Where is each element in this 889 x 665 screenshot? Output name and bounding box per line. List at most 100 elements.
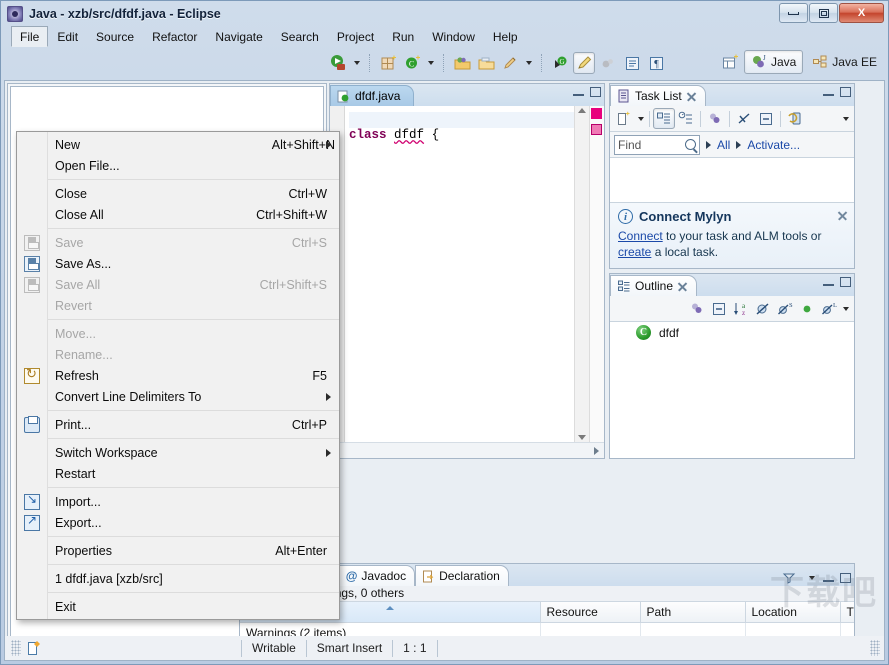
maximize-icon[interactable] xyxy=(840,277,851,287)
menu-help[interactable]: Help xyxy=(484,26,527,46)
run-button[interactable] xyxy=(327,52,349,74)
outline-item-dfdf[interactable]: C dfdf xyxy=(610,322,854,340)
menu-item-import[interactable]: Import... xyxy=(17,491,339,512)
view-menu-arrow[interactable] xyxy=(806,567,817,589)
editor-source-text[interactable]: class dfdf { xyxy=(345,106,574,442)
menu-search[interactable]: Search xyxy=(272,26,328,46)
view-menu-arrow[interactable] xyxy=(840,298,851,320)
scheduled-presentation-button[interactable] xyxy=(675,108,697,129)
toggle-block-selection-button[interactable]: ¶ xyxy=(645,52,667,74)
close-icon[interactable] xyxy=(837,210,848,221)
menu-item-export[interactable]: Export... xyxy=(17,512,339,533)
minimize-icon[interactable] xyxy=(823,278,834,286)
scroll-up-icon[interactable] xyxy=(578,108,586,113)
filter-all-link[interactable]: All xyxy=(717,138,730,152)
menu-refactor[interactable]: Refactor xyxy=(143,26,206,46)
code-editor[interactable]: class dfdf { xyxy=(330,106,604,442)
menu-navigate[interactable]: Navigate xyxy=(206,26,271,46)
menu-run[interactable]: Run xyxy=(383,26,423,46)
minimize-icon[interactable] xyxy=(823,574,834,582)
editor-horizontal-scrollbar[interactable] xyxy=(330,442,604,458)
open-perspective-button[interactable] xyxy=(720,51,742,73)
task-dropdown-arrow[interactable] xyxy=(523,52,534,74)
previous-edit-button[interactable] xyxy=(597,52,619,74)
outline-tree[interactable]: C dfdf xyxy=(610,322,854,458)
filters-button[interactable] xyxy=(778,568,800,589)
menu-item-save[interactable]: Save Ctrl+S xyxy=(17,232,339,253)
open-type-button[interactable] xyxy=(451,52,473,74)
menu-item-properties[interactable]: Properties Alt+Enter xyxy=(17,540,339,561)
new-java-class-button[interactable]: C xyxy=(401,52,423,74)
new-task-dropdown-arrow[interactable] xyxy=(635,108,646,130)
show-whitespace-button[interactable] xyxy=(621,52,643,74)
hide-completed-tasks-button[interactable] xyxy=(733,108,755,129)
task-list-tree[interactable] xyxy=(610,158,854,202)
menu-item-restart[interactable]: Restart xyxy=(17,463,339,484)
perspective-java-ee[interactable]: Java EE xyxy=(805,50,884,74)
hide-non-public-button[interactable] xyxy=(796,298,818,319)
tab-javadoc[interactable]: @ Javadoc xyxy=(339,565,415,586)
search-input[interactable]: Find xyxy=(614,135,700,155)
new-java-package-button[interactable] xyxy=(377,52,399,74)
open-task-button[interactable] xyxy=(475,52,497,74)
focus-on-active-task-button[interactable] xyxy=(686,298,708,319)
tab-outline[interactable]: Outline xyxy=(610,275,697,296)
menu-item-print[interactable]: Print... Ctrl+P xyxy=(17,414,339,435)
new-task-button[interactable] xyxy=(499,52,521,74)
editor-vertical-scrollbar[interactable] xyxy=(574,106,589,442)
next-annotation-button[interactable]: G xyxy=(549,52,571,74)
menu-item-switch-workspace[interactable]: Switch Workspace xyxy=(17,442,339,463)
menu-item-move[interactable]: Move... xyxy=(17,323,339,344)
menu-item-close-all[interactable]: Close All Ctrl+Shift+W xyxy=(17,204,339,225)
close-button[interactable]: X xyxy=(839,3,884,23)
column-header-resource[interactable]: Resource xyxy=(540,602,640,623)
run-dropdown-arrow[interactable] xyxy=(351,52,362,74)
sort-button[interactable]: az xyxy=(730,298,752,319)
hide-local-types-button[interactable]: L xyxy=(818,298,840,319)
connect-link[interactable]: Connect xyxy=(618,229,663,243)
menu-item-save-all[interactable]: Save All Ctrl+Shift+S xyxy=(17,274,339,295)
maximize-icon[interactable] xyxy=(590,87,601,97)
menu-item-save-as[interactable]: Save As... xyxy=(17,253,339,274)
close-icon[interactable] xyxy=(686,91,697,102)
view-menu-arrow[interactable] xyxy=(840,108,851,130)
error-marker-icon[interactable] xyxy=(591,108,602,119)
status-resize-grip-icon[interactable] xyxy=(870,640,880,656)
categorized-presentation-button[interactable] xyxy=(653,108,675,129)
editor-overview-ruler[interactable] xyxy=(589,106,604,442)
menu-item-convert-line-delimiters[interactable]: Convert Line Delimiters To xyxy=(17,386,339,407)
menu-item-close[interactable]: Close Ctrl+W xyxy=(17,183,339,204)
minimize-button[interactable] xyxy=(779,3,808,23)
menu-item-new[interactable]: New Alt+Shift+N xyxy=(17,134,339,155)
perspective-java[interactable]: J Java xyxy=(744,50,803,74)
menu-item-refresh[interactable]: Refresh F5 xyxy=(17,365,339,386)
tab-task-list[interactable]: Task List xyxy=(610,85,706,106)
collapse-all-button[interactable] xyxy=(708,298,730,319)
activate-link[interactable]: Activate... xyxy=(747,138,800,152)
minimize-icon[interactable] xyxy=(573,88,584,96)
close-icon[interactable] xyxy=(677,281,688,292)
new-task-button[interactable] xyxy=(613,108,635,129)
column-header-location[interactable]: Location xyxy=(745,602,840,623)
collapse-all-button[interactable] xyxy=(755,108,777,129)
scroll-down-icon[interactable] xyxy=(578,435,586,440)
editor-tab-dfdf[interactable]: dfdf.java xyxy=(330,85,414,106)
scroll-right-icon[interactable] xyxy=(594,447,599,455)
menu-item-revert[interactable]: Revert xyxy=(17,295,339,316)
maximize-icon[interactable] xyxy=(840,573,851,583)
table-row[interactable]: Warnings (2 items) xyxy=(240,623,854,636)
warning-marker-icon[interactable] xyxy=(591,124,602,135)
menu-file[interactable]: File xyxy=(11,26,48,47)
column-header-path[interactable]: Path xyxy=(640,602,745,623)
menu-window[interactable]: Window xyxy=(423,26,484,46)
maximize-button[interactable] xyxy=(809,3,838,23)
menu-project[interactable]: Project xyxy=(328,26,383,46)
menu-source[interactable]: Source xyxy=(87,26,143,46)
maximize-icon[interactable] xyxy=(840,87,851,97)
column-header-type[interactable]: T xyxy=(840,602,854,623)
tab-declaration[interactable]: Declaration xyxy=(415,565,509,586)
minimize-icon[interactable] xyxy=(823,88,834,96)
new-dropdown-arrow[interactable] xyxy=(425,52,436,74)
toggle-mark-occurrences-button[interactable] xyxy=(573,52,595,74)
hide-static-fields-button[interactable]: S xyxy=(774,298,796,319)
